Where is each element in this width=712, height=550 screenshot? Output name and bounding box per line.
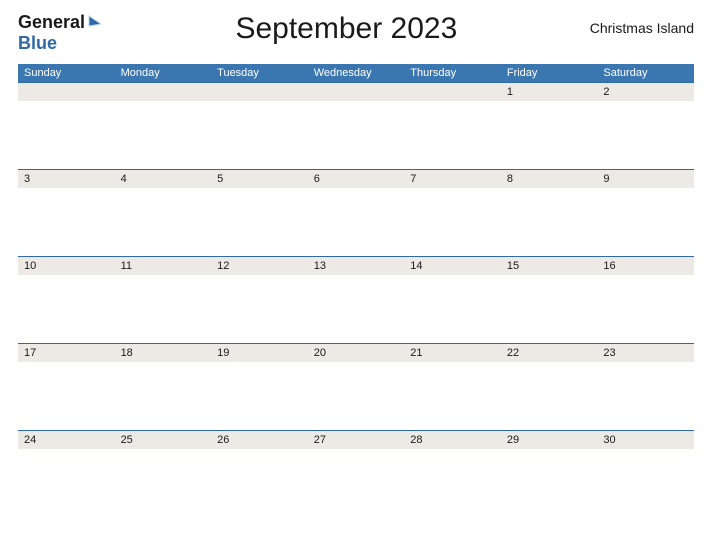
day-cell: [211, 275, 308, 343]
day-cell: [115, 449, 212, 517]
day-cell: [501, 275, 598, 343]
calendar: Sunday Monday Tuesday Wednesday Thursday…: [18, 64, 694, 517]
day-number: 12: [211, 257, 308, 275]
day-number: 20: [308, 344, 405, 362]
day-number: 13: [308, 257, 405, 275]
day-cell: [597, 188, 694, 256]
week-5-numbers: 24 25 26 27 28 29 30: [18, 430, 694, 449]
day-number: 23: [597, 344, 694, 362]
week-2-body: [18, 188, 694, 256]
day-headers-row: Sunday Monday Tuesday Wednesday Thursday…: [18, 64, 694, 82]
day-cell: [18, 449, 115, 517]
day-number: 10: [18, 257, 115, 275]
day-header-thursday: Thursday: [404, 64, 501, 82]
week-3-numbers: 10 11 12 13 14 15 16: [18, 256, 694, 275]
day-header-sunday: Sunday: [18, 64, 115, 82]
day-cell: [404, 101, 501, 169]
day-number: 7: [404, 170, 501, 188]
logo-triangle-icon: [87, 12, 103, 33]
day-cell: [211, 449, 308, 517]
day-cell: [597, 362, 694, 430]
day-cell: [115, 362, 212, 430]
day-cell: [308, 275, 405, 343]
day-cell: [501, 362, 598, 430]
day-number: 1: [501, 83, 598, 101]
day-cell: [308, 449, 405, 517]
day-cell: [211, 362, 308, 430]
day-cell: [18, 275, 115, 343]
day-header-friday: Friday: [501, 64, 598, 82]
day-cell: [597, 101, 694, 169]
day-number: 9: [597, 170, 694, 188]
day-cell: [211, 188, 308, 256]
day-cell: [501, 101, 598, 169]
day-number: 24: [18, 431, 115, 449]
day-number: 5: [211, 170, 308, 188]
day-number: 22: [501, 344, 598, 362]
logo-text: GeneralBlue: [18, 12, 103, 54]
day-cell: [18, 101, 115, 169]
day-number: [308, 83, 405, 101]
week-3-body: [18, 275, 694, 343]
day-cell: [597, 275, 694, 343]
day-number: 27: [308, 431, 405, 449]
day-cell: [308, 188, 405, 256]
day-number: 8: [501, 170, 598, 188]
day-cell: [404, 275, 501, 343]
day-cell: [501, 188, 598, 256]
day-number: 26: [211, 431, 308, 449]
day-number: 16: [597, 257, 694, 275]
day-number: [211, 83, 308, 101]
day-number: 28: [404, 431, 501, 449]
logo-text-general: General: [18, 12, 85, 32]
day-cell: [18, 362, 115, 430]
header: GeneralBlue September 2023 Christmas Isl…: [18, 12, 694, 54]
week-1-numbers: 1 2: [18, 82, 694, 101]
day-number: 29: [501, 431, 598, 449]
day-header-wednesday: Wednesday: [308, 64, 405, 82]
day-number: 2: [597, 83, 694, 101]
day-header-monday: Monday: [115, 64, 212, 82]
day-header-tuesday: Tuesday: [211, 64, 308, 82]
day-cell: [597, 449, 694, 517]
day-cell: [404, 362, 501, 430]
day-number: [115, 83, 212, 101]
day-number: 14: [404, 257, 501, 275]
day-number: 30: [597, 431, 694, 449]
day-cell: [115, 188, 212, 256]
week-1-body: [18, 101, 694, 169]
day-cell: [211, 101, 308, 169]
page-title: September 2023: [103, 12, 590, 46]
day-number: 11: [115, 257, 212, 275]
day-cell: [115, 101, 212, 169]
logo-text-blue: Blue: [18, 33, 57, 53]
day-number: 15: [501, 257, 598, 275]
day-number: [18, 83, 115, 101]
week-4-body: [18, 362, 694, 430]
week-4-numbers: 17 18 19 20 21 22 23: [18, 343, 694, 362]
week-5-body: [18, 449, 694, 517]
day-number: 6: [308, 170, 405, 188]
location-label: Christmas Island: [590, 20, 694, 36]
day-cell: [501, 449, 598, 517]
day-header-saturday: Saturday: [597, 64, 694, 82]
day-cell: [404, 188, 501, 256]
day-number: 21: [404, 344, 501, 362]
day-number: 19: [211, 344, 308, 362]
day-cell: [308, 362, 405, 430]
day-cell: [404, 449, 501, 517]
day-number: 17: [18, 344, 115, 362]
week-2-numbers: 3 4 5 6 7 8 9: [18, 169, 694, 188]
day-cell: [308, 101, 405, 169]
logo: GeneralBlue: [18, 12, 103, 54]
day-cell: [18, 188, 115, 256]
day-cell: [115, 275, 212, 343]
day-number: 3: [18, 170, 115, 188]
day-number: 4: [115, 170, 212, 188]
day-number: 18: [115, 344, 212, 362]
day-number: [404, 83, 501, 101]
day-number: 25: [115, 431, 212, 449]
